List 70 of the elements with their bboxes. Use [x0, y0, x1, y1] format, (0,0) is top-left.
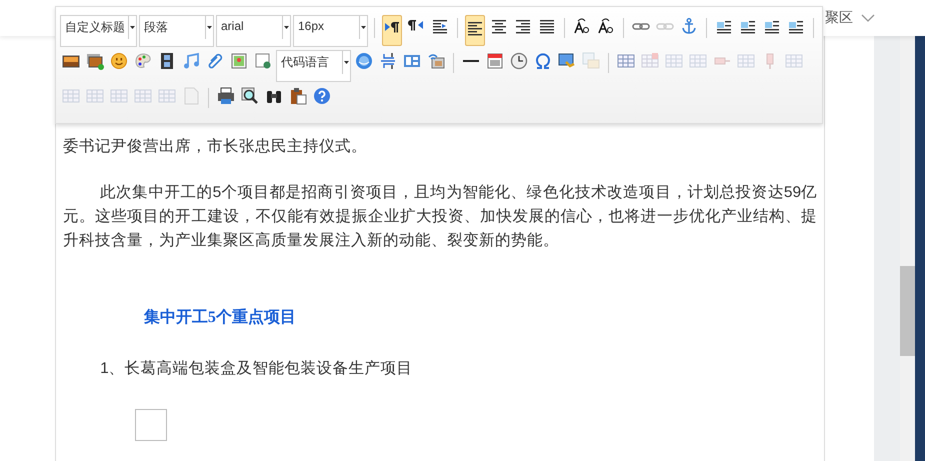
- page-break-button[interactable]: [378, 50, 398, 72]
- calendar-icon: [486, 52, 504, 70]
- letter-arrow-icon: [573, 17, 591, 35]
- paperclip-icon: [206, 52, 224, 70]
- magnifier-icon: [241, 87, 259, 105]
- caret-icon: [130, 26, 135, 29]
- frame-icon: [254, 52, 272, 70]
- dropdown[interactable]: arial: [216, 15, 291, 47]
- omega-icon: [534, 52, 552, 70]
- align-left-icon: [466, 19, 484, 37]
- globe-button[interactable]: [354, 50, 374, 72]
- clipboard-icon: [289, 87, 307, 105]
- indent-icon: [431, 17, 449, 35]
- clipboard-button[interactable]: [288, 85, 308, 107]
- scrollbar-thumb[interactable]: [900, 266, 916, 356]
- table-icon: [689, 52, 707, 70]
- caret-icon: [361, 26, 366, 29]
- broken-image-icon: [134, 409, 167, 441]
- table-icon: [86, 87, 104, 105]
- horizontal-line-icon: [462, 60, 480, 62]
- table-icon: [134, 87, 152, 105]
- dropdown[interactable]: 16px: [293, 15, 368, 47]
- table-icon: [62, 87, 80, 105]
- anchor-button[interactable]: [679, 15, 699, 37]
- anchor-icon: [680, 17, 698, 35]
- table-icon: [665, 52, 683, 70]
- paragraph-text: 委书记尹俊营出席，市长张忠民主持仪式。: [62, 136, 368, 157]
- chevron-down-icon[interactable]: [861, 13, 875, 23]
- template-icon: [403, 52, 421, 70]
- drawing-board-icon: [558, 52, 576, 70]
- align-right-icon: [514, 17, 532, 35]
- table-icon: [737, 52, 755, 70]
- align-center-icon: [490, 17, 508, 35]
- background-icon: [427, 52, 445, 70]
- document-image-icon: [582, 52, 600, 70]
- table-icon: [158, 87, 176, 105]
- caret-icon: [344, 61, 349, 64]
- align-left-button[interactable]: [465, 15, 485, 46]
- align-justify-icon: [538, 17, 556, 35]
- caret-icon: [207, 26, 212, 29]
- caret-icon: [284, 26, 289, 29]
- region-label: 聚区: [825, 9, 853, 27]
- clock-button[interactable]: [509, 50, 529, 72]
- document-icon: [182, 87, 200, 105]
- section-heading: 集中开工5个重点项目: [142, 307, 297, 328]
- paragraph-ltr-button[interactable]: [382, 15, 402, 46]
- dropdown[interactable]: 自定义标题: [60, 15, 137, 47]
- paragraph-text: 此次集中开工的5个项目都是招商引资项目，且均为智能化、绿色化技术改造项目，计划总投资达59亿元。这些项目的开工建设，不仅能有效提振企业扩大投资、加快发展的信心，也将进一步优化产业结构、提升科技含量，为产业集聚区高质量发展注入新的动能、裂变新的势能。: [62, 183, 818, 251]
- table-icon: [110, 87, 128, 105]
- music-note-icon: [182, 52, 200, 70]
- images-icon: [86, 52, 104, 70]
- list-item-text: 1、长葛高端包装盒及智能包装设备生产项目: [99, 359, 414, 379]
- help-button[interactable]: [312, 85, 332, 107]
- map-icon: [230, 52, 248, 70]
- page-break-icon: [379, 52, 397, 70]
- table-icon: [617, 52, 635, 70]
- table-delete-icon: [641, 52, 659, 70]
- smiley-button[interactable]: [109, 50, 129, 72]
- palette-icon: [134, 52, 152, 70]
- smiley-icon: [110, 52, 128, 70]
- globe-icon: [355, 52, 373, 70]
- printer-icon: [217, 87, 235, 105]
- dropdown[interactable]: 代码语言: [276, 50, 351, 82]
- letter-arrow-icon: [597, 17, 615, 35]
- table-icon: [785, 52, 803, 70]
- clock-icon: [510, 52, 528, 70]
- film-icon: [158, 52, 176, 70]
- dropdown[interactable]: 段落: [139, 15, 214, 47]
- help-icon: [313, 87, 331, 105]
- printer-button[interactable]: [216, 85, 236, 107]
